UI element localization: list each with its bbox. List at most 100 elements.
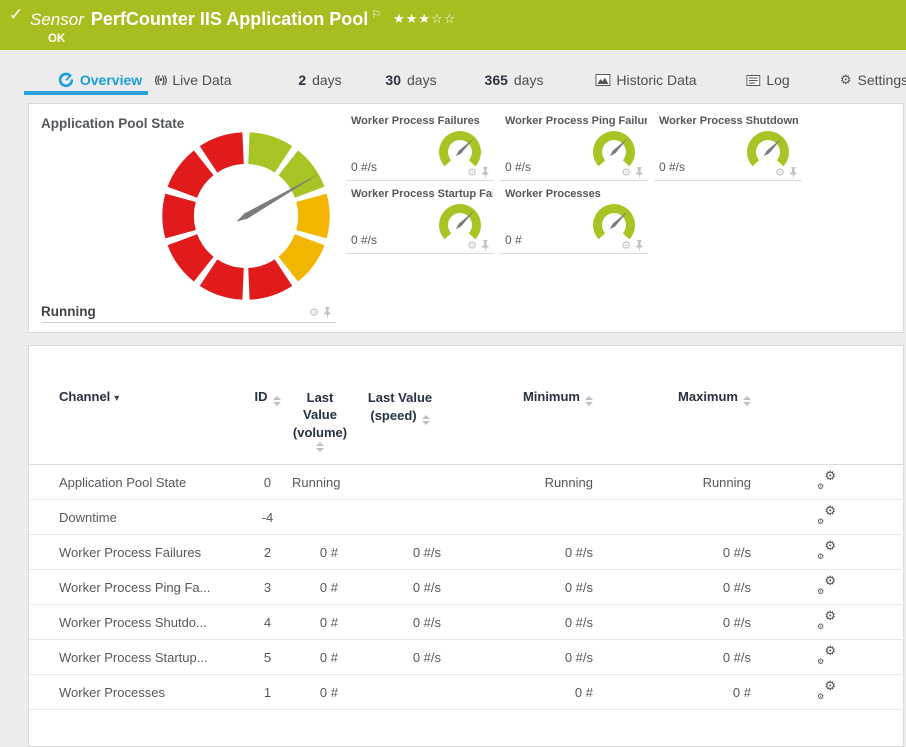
channel-settings-icon[interactable]: ⚙⚙	[817, 682, 836, 699]
channel-name[interactable]: Worker Process Ping Fa...	[59, 580, 210, 595]
channel-settings-icon[interactable]: ⚙⚙	[817, 542, 836, 559]
maximum-value: 0 #	[603, 675, 761, 710]
column-header-id[interactable]: ID	[244, 346, 291, 465]
tab-2-days[interactable]: 2 days	[298, 72, 341, 88]
minimum-value: 0 #/s	[451, 535, 603, 570]
sort-icon[interactable]	[316, 442, 324, 452]
minimum-value: 0 #/s	[451, 570, 603, 605]
gauge-gear-icon[interactable]: ⚙	[467, 168, 477, 178]
gauge-icon	[58, 72, 74, 88]
channel-name[interactable]: Worker Process Failures	[59, 545, 201, 560]
last-value-volume	[291, 500, 348, 535]
tab-label: days	[514, 72, 544, 88]
table-row[interactable]: Downtime -4 ⚙⚙	[29, 500, 905, 535]
column-header-channel[interactable]: Channel▾	[29, 346, 244, 465]
gauge-gear-icon[interactable]: ⚙	[621, 241, 631, 251]
tab-number: 365	[485, 72, 508, 88]
tab-label: days	[407, 72, 437, 88]
tab-number: 2	[298, 72, 306, 88]
channel-name[interactable]: Application Pool State	[59, 475, 186, 490]
pin-icon[interactable]	[635, 240, 644, 252]
last-value-speed	[348, 500, 451, 535]
header-label: Channel	[59, 389, 110, 404]
priority-stars[interactable]: ★★★☆☆	[393, 12, 456, 27]
chart-icon	[595, 74, 610, 86]
channel-settings-icon[interactable]: ⚙⚙	[817, 507, 836, 524]
tab-overview[interactable]: Overview	[58, 72, 142, 88]
sensor-title-block: SensorPerfCounter IIS Application Pool⚐★…	[30, 4, 456, 45]
maximum-value: 0 #/s	[603, 535, 761, 570]
gauge-worker-process-shutdown-failures: Worker Process Shutdown Fa... 0 #/s ⚙	[654, 108, 802, 181]
channel-table: Channel▾ ID Last Value (volume) Last Val…	[29, 346, 905, 710]
pin-icon[interactable]	[323, 307, 332, 319]
last-value-volume: 0 #	[291, 640, 348, 675]
header-label: ID	[255, 389, 268, 404]
small-gauges-grid: Worker Process Failures 0 #/s ⚙ Worker P…	[346, 108, 802, 254]
gauge-gear-icon[interactable]: ⚙	[309, 308, 319, 318]
channel-id: 3	[244, 570, 291, 605]
table-row[interactable]: Worker Process Ping Fa... 3 0 # 0 #/s 0 …	[29, 570, 905, 605]
gauge-worker-process-failures: Worker Process Failures 0 #/s ⚙	[346, 108, 494, 181]
table-row[interactable]: Worker Process Failures 2 0 # 0 #/s 0 #/…	[29, 535, 905, 570]
live-data-icon: ((•))	[155, 75, 167, 86]
channel-id: 1	[244, 675, 291, 710]
gauge-value: 0 #/s	[505, 160, 531, 174]
sort-icon[interactable]	[743, 396, 751, 406]
table-row[interactable]: Worker Process Startup... 5 0 # 0 #/s 0 …	[29, 640, 905, 675]
channel-name[interactable]: Worker Process Shutdo...	[59, 615, 207, 630]
last-value-volume: 0 #	[291, 675, 348, 710]
table-row[interactable]: Worker Process Shutdo... 4 0 # 0 #/s 0 #…	[29, 605, 905, 640]
channel-settings-icon[interactable]: ⚙⚙	[817, 647, 836, 664]
pin-icon[interactable]	[481, 240, 490, 252]
tab-historic-data[interactable]: Historic Data	[595, 72, 696, 88]
pin-icon[interactable]	[481, 167, 490, 179]
channel-settings-icon[interactable]: ⚙⚙	[817, 612, 836, 629]
application-pool-state-gauge	[153, 123, 339, 309]
channel-settings-icon[interactable]: ⚙⚙	[817, 577, 836, 594]
channel-settings-icon[interactable]: ⚙⚙	[817, 472, 836, 489]
gauge-gear-icon[interactable]: ⚙	[775, 168, 785, 178]
channel-name[interactable]: Downtime	[59, 510, 117, 525]
sensor-header: ✓ SensorPerfCounter IIS Application Pool…	[0, 0, 906, 50]
gauge-gear-icon[interactable]: ⚙	[621, 168, 631, 178]
tab-365-days[interactable]: 365 days	[485, 72, 544, 88]
tab-label: Historic Data	[616, 72, 696, 88]
active-tab-underline	[24, 91, 148, 95]
header-label: Minimum	[523, 389, 580, 404]
maximum-value: Running	[603, 465, 761, 500]
gear-icon: ⚙	[840, 73, 852, 88]
header-label: Maximum	[678, 389, 738, 404]
column-header-last-value-volume[interactable]: Last Value (volume)	[291, 346, 348, 465]
gauge-worker-process-startup-failures: Worker Process Startup Failu... 0 #/s ⚙	[346, 181, 494, 254]
maximum-value: 0 #/s	[603, 640, 761, 675]
maximum-value: 0 #/s	[603, 570, 761, 605]
column-header-last-value-speed[interactable]: Last Value (speed)	[348, 346, 451, 465]
tab-live-data[interactable]: ((•)) Live Data	[155, 72, 232, 88]
last-value-volume: 0 #	[291, 605, 348, 640]
gauge-worker-process-ping-failures: Worker Process Ping Failures 0 #/s ⚙	[500, 108, 648, 181]
gauge-gear-icon[interactable]: ⚙	[467, 241, 477, 251]
table-header-row: Channel▾ ID Last Value (volume) Last Val…	[29, 346, 905, 465]
tab-settings[interactable]: ⚙ Settings	[840, 72, 906, 88]
tab-label: days	[312, 72, 342, 88]
sort-icon[interactable]	[273, 396, 281, 406]
column-header-maximum[interactable]: Maximum	[603, 346, 761, 465]
status-check-icon: ✓	[9, 5, 23, 25]
table-row[interactable]: Application Pool State 0 Running Running…	[29, 465, 905, 500]
flag-icon[interactable]: ⚐	[371, 8, 381, 21]
last-value-speed: 0 #/s	[348, 570, 451, 605]
tab-30-days[interactable]: 30 days	[385, 72, 436, 88]
channel-name[interactable]: Worker Processes	[59, 685, 165, 700]
column-header-minimum[interactable]: Minimum	[451, 346, 603, 465]
tab-label: Log	[766, 72, 789, 88]
table-row[interactable]: Worker Processes 1 0 # 0 # 0 # ⚙⚙	[29, 675, 905, 710]
pin-icon[interactable]	[789, 167, 798, 179]
sort-icon[interactable]	[585, 396, 593, 406]
channel-name[interactable]: Worker Process Startup...	[59, 650, 208, 665]
gauge-value: 0 #/s	[351, 160, 377, 174]
stars-filled: ★★★	[393, 12, 431, 27]
channel-id: 5	[244, 640, 291, 675]
pin-icon[interactable]	[635, 167, 644, 179]
sort-icon[interactable]	[422, 415, 430, 425]
tab-log[interactable]: Log	[746, 72, 789, 88]
